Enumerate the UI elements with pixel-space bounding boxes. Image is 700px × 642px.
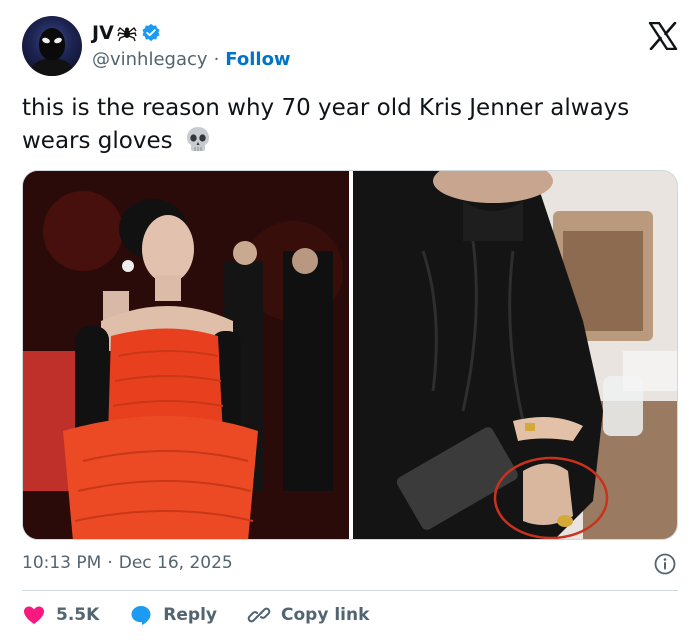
reply-label: Reply (163, 605, 217, 625)
display-name[interactable]: JV (92, 22, 114, 44)
like-button[interactable]: 5.5K (22, 603, 99, 627)
tweet-meta: 10:13 PM · Dec 16, 2025 (22, 553, 233, 573)
reply-icon (129, 603, 153, 627)
tweet-time[interactable]: 10:13 PM (22, 553, 101, 573)
reply-button[interactable]: Reply (129, 603, 217, 627)
name-row: JV (92, 21, 161, 45)
like-count: 5.5K (56, 605, 100, 625)
link-icon (247, 603, 271, 627)
verified-icon (141, 23, 161, 43)
heart-icon (22, 603, 46, 627)
separator: · (213, 49, 220, 70)
copy-link-button[interactable]: Copy link (247, 603, 369, 627)
handle[interactable]: @vinhlegacy (92, 49, 208, 70)
tweet-media[interactable] (22, 170, 678, 540)
handle-row: @vinhlegacy · Follow (92, 49, 291, 70)
meta-separator: · (107, 553, 113, 573)
avatar[interactable] (22, 16, 82, 76)
photo-left[interactable] (23, 171, 349, 539)
photo-right[interactable] (353, 171, 677, 539)
skull-icon (184, 125, 212, 153)
x-logo-icon[interactable] (648, 21, 678, 51)
tweet-date[interactable]: Dec 16, 2025 (119, 553, 233, 573)
tweet-header: JV @vinhlegacy · Follow (22, 14, 682, 78)
tweet-actions: 5.5K Reply Copy link (22, 600, 399, 630)
spider-icon (117, 23, 137, 43)
tweet-body: this is the reason why 70 year old Kris … (22, 95, 630, 154)
copy-link-label: Copy link (281, 605, 370, 625)
follow-button[interactable]: Follow (225, 49, 290, 70)
tweet-text: this is the reason why 70 year old Kris … (22, 92, 672, 158)
info-icon[interactable] (654, 553, 676, 575)
divider (22, 590, 678, 591)
